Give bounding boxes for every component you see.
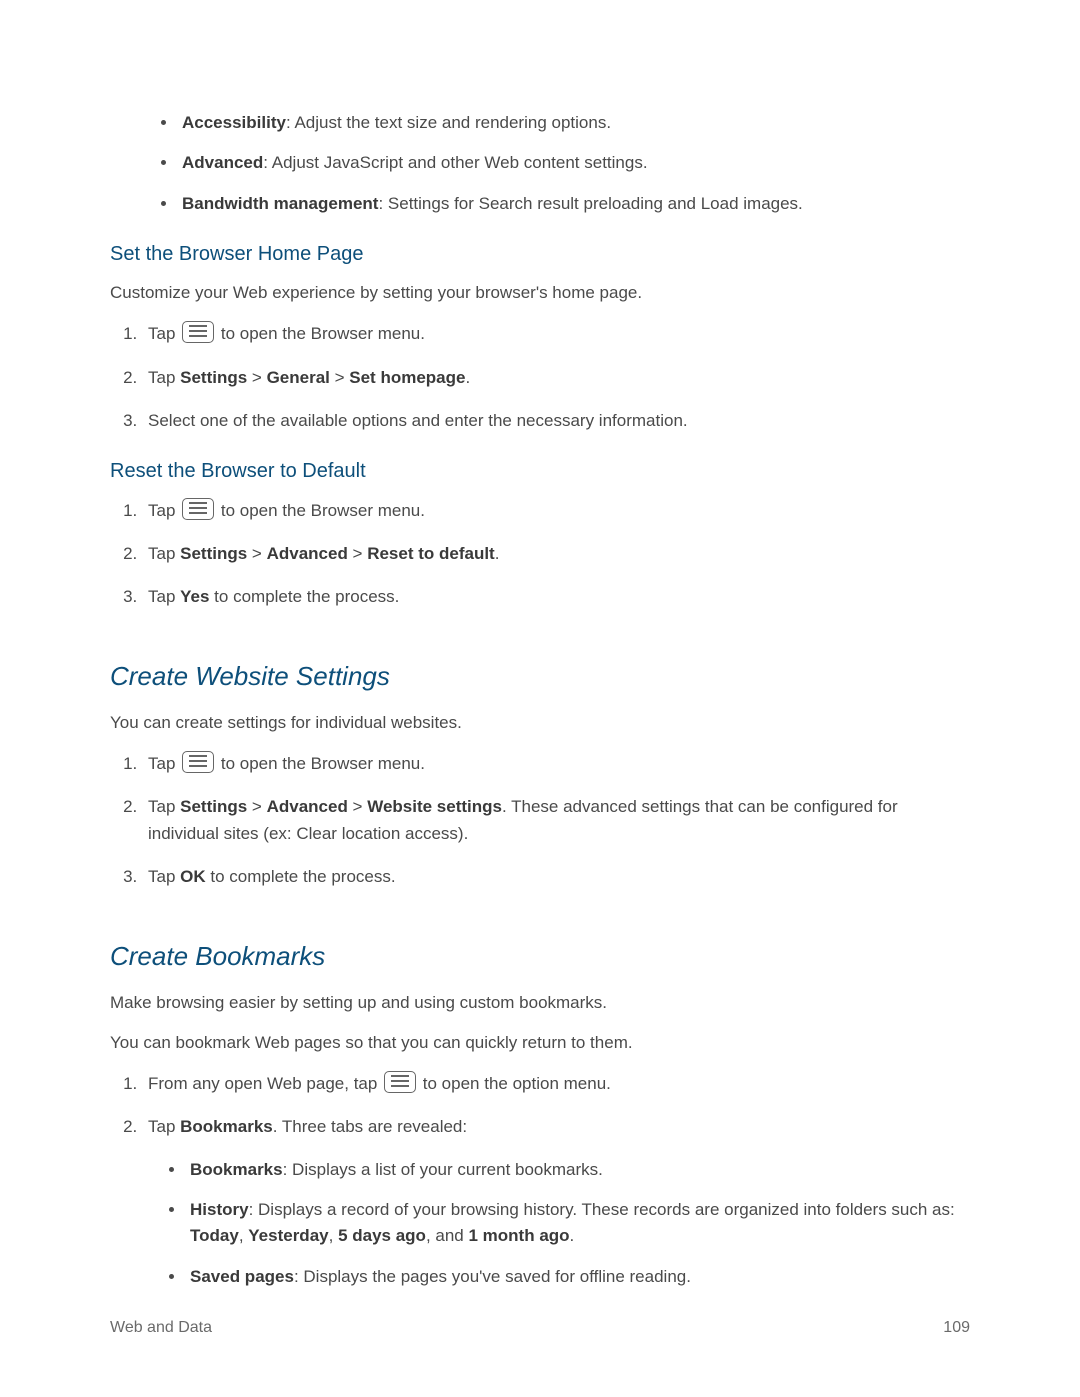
step-bold: Settings bbox=[180, 797, 247, 816]
step-bold: Settings bbox=[180, 368, 247, 387]
bullet-text: : Adjust the text size and rendering opt… bbox=[286, 113, 611, 132]
heading-create-bookmarks: Create Bookmarks bbox=[110, 941, 970, 972]
bullet-bold: Today bbox=[190, 1226, 239, 1245]
step-text: to open the Browser menu. bbox=[216, 501, 425, 520]
step-text: to complete the process. bbox=[209, 587, 399, 606]
bullet-text: : Displays the pages you've saved for of… bbox=[294, 1267, 691, 1286]
page: Accessibility: Adjust the text size and … bbox=[0, 0, 1080, 1397]
step-bold: Reset to default bbox=[367, 544, 495, 563]
bullet-bold: Bandwidth management bbox=[182, 194, 378, 213]
step-bold: Bookmarks bbox=[180, 1117, 273, 1136]
bullet-text: : Adjust JavaScript and other Web conten… bbox=[263, 153, 647, 172]
step-sep: > bbox=[348, 797, 367, 816]
step-text: to complete the process. bbox=[206, 867, 396, 886]
tabs-list: Bookmarks: Displays a list of your curre… bbox=[148, 1157, 970, 1290]
bullet-text: : Displays a record of your browsing his… bbox=[249, 1200, 955, 1219]
footer-page-number: 109 bbox=[943, 1319, 970, 1337]
bullet-bold: 5 days ago bbox=[338, 1226, 426, 1245]
step-text: Tap bbox=[148, 368, 180, 387]
step-bold: Advanced bbox=[267, 544, 348, 563]
step-text: Tap bbox=[148, 544, 180, 563]
step-text: Tap bbox=[148, 867, 180, 886]
step-bold: OK bbox=[180, 867, 206, 886]
intro-text: You can create settings for individual w… bbox=[110, 710, 970, 736]
step-text: Select one of the available options and … bbox=[148, 411, 688, 430]
step-item: Tap Bookmarks. Three tabs are revealed: … bbox=[142, 1113, 970, 1290]
bullet-bold: History bbox=[190, 1200, 249, 1219]
step-sep: > bbox=[247, 368, 266, 387]
step-text: . bbox=[465, 368, 470, 387]
step-item: From any open Web page, tap to open the … bbox=[142, 1070, 970, 1097]
bullet-bold: Advanced bbox=[182, 153, 263, 172]
step-text: . Three tabs are revealed: bbox=[273, 1117, 467, 1136]
bullet-bold: Accessibility bbox=[182, 113, 286, 132]
step-bold: General bbox=[267, 368, 330, 387]
menu-icon bbox=[384, 1071, 416, 1093]
step-item: Tap Settings > Advanced > Website settin… bbox=[142, 793, 970, 847]
bullet-bold: 1 month ago bbox=[468, 1226, 569, 1245]
step-text: Tap bbox=[148, 797, 180, 816]
bullet-bold: Yesterday bbox=[248, 1226, 328, 1245]
steps-list: Tap to open the Browser menu. Tap Settin… bbox=[110, 750, 970, 891]
step-bold: Yes bbox=[180, 587, 209, 606]
bullet-item: Accessibility: Adjust the text size and … bbox=[178, 110, 970, 136]
steps-list: Tap to open the Browser menu. Tap Settin… bbox=[110, 320, 970, 434]
step-text: to open the Browser menu. bbox=[216, 324, 425, 343]
steps-list: From any open Web page, tap to open the … bbox=[110, 1070, 970, 1290]
step-item: Tap to open the Browser menu. bbox=[142, 497, 970, 524]
bullet-text: : Displays a list of your current bookma… bbox=[283, 1160, 603, 1179]
step-item: Tap to open the Browser menu. bbox=[142, 750, 970, 777]
step-text: From any open Web page, tap bbox=[148, 1074, 382, 1093]
bullet-text: : Settings for Search result preloading … bbox=[378, 194, 802, 213]
step-sep: > bbox=[247, 797, 266, 816]
step-text: Tap bbox=[148, 324, 180, 343]
step-sep: > bbox=[330, 368, 349, 387]
step-sep: > bbox=[247, 544, 266, 563]
step-bold: Set homepage bbox=[349, 368, 465, 387]
step-sep: > bbox=[348, 544, 367, 563]
bullet-item: Saved pages: Displays the pages you've s… bbox=[186, 1264, 970, 1290]
menu-icon bbox=[182, 321, 214, 343]
bullet-text: , and bbox=[426, 1226, 469, 1245]
step-item: Tap Yes to complete the process. bbox=[142, 583, 970, 610]
step-bold: Advanced bbox=[267, 797, 348, 816]
step-text: Tap bbox=[148, 587, 180, 606]
menu-icon bbox=[182, 751, 214, 773]
page-footer: Web and Data 109 bbox=[110, 1319, 970, 1337]
intro-text: Customize your Web experience by setting… bbox=[110, 280, 970, 306]
step-text: to open the option menu. bbox=[418, 1074, 611, 1093]
step-text: to open the Browser menu. bbox=[216, 754, 425, 773]
bullet-item: Bandwidth management: Settings for Searc… bbox=[178, 191, 970, 217]
heading-create-website-settings: Create Website Settings bbox=[110, 661, 970, 692]
bullet-item: Advanced: Adjust JavaScript and other We… bbox=[178, 150, 970, 176]
steps-list: Tap to open the Browser menu. Tap Settin… bbox=[110, 497, 970, 611]
step-item: Select one of the available options and … bbox=[142, 407, 970, 434]
bullet-item: History: Displays a record of your brows… bbox=[186, 1197, 970, 1250]
bullet-text: , bbox=[239, 1226, 248, 1245]
bullet-item: Bookmarks: Displays a list of your curre… bbox=[186, 1157, 970, 1183]
step-text: . bbox=[495, 544, 500, 563]
step-bold: Settings bbox=[180, 544, 247, 563]
step-text: Tap bbox=[148, 754, 180, 773]
bullet-bold: Saved pages bbox=[190, 1267, 294, 1286]
step-bold: Website settings bbox=[367, 797, 502, 816]
bullet-text: . bbox=[570, 1226, 575, 1245]
step-text: Tap bbox=[148, 501, 180, 520]
step-item: Tap Settings > General > Set homepage. bbox=[142, 364, 970, 391]
intro-text: You can bookmark Web pages so that you c… bbox=[110, 1030, 970, 1056]
step-text: Tap bbox=[148, 1117, 180, 1136]
menu-icon bbox=[182, 498, 214, 520]
heading-set-homepage: Set the Browser Home Page bbox=[110, 243, 970, 266]
intro-text: Make browsing easier by setting up and u… bbox=[110, 990, 970, 1016]
heading-reset-default: Reset the Browser to Default bbox=[110, 460, 970, 483]
bullet-bold: Bookmarks bbox=[190, 1160, 283, 1179]
top-bullet-list: Accessibility: Adjust the text size and … bbox=[110, 110, 970, 217]
footer-section: Web and Data bbox=[110, 1319, 212, 1337]
step-item: Tap Settings > Advanced > Reset to defau… bbox=[142, 540, 970, 567]
step-item: Tap OK to complete the process. bbox=[142, 863, 970, 890]
bullet-text: , bbox=[329, 1226, 338, 1245]
step-item: Tap to open the Browser menu. bbox=[142, 320, 970, 347]
